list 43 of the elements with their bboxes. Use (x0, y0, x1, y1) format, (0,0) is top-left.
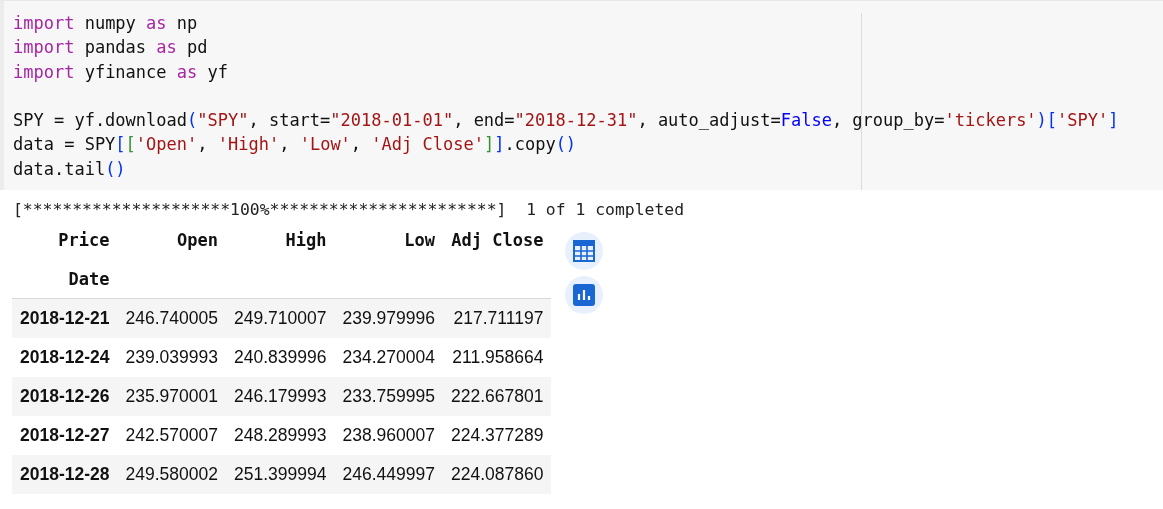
table-cell: 239.039993 (117, 338, 226, 377)
table-cell: 238.960007 (334, 416, 443, 455)
row-header: 2018-12-28 (12, 455, 118, 494)
row-header: 2018-12-24 (12, 338, 118, 377)
column-header: Adj Close (450, 228, 545, 252)
table-icon (573, 240, 596, 262)
table-cell: 224.087860 (442, 455, 552, 494)
index-header: Date (12, 259, 118, 299)
table-cell: 233.759995 (334, 377, 443, 416)
table-cell: 249.710007 (226, 298, 335, 338)
bar-chart-icon (573, 284, 596, 306)
table-cell: 217.711197 (442, 298, 552, 338)
table-cell: 246.449997 (334, 455, 443, 494)
chart-button[interactable] (565, 276, 604, 314)
table-cell: 242.570007 (117, 416, 226, 455)
table-cell: 246.740005 (117, 298, 226, 338)
column-header: Low (403, 228, 436, 252)
code-line: data = SPY[['Open', 'High', 'Low', 'Adj Close']].copy() (13, 133, 578, 157)
table-cell: 251.399994 (226, 455, 335, 494)
table-cell: 222.667801 (442, 377, 552, 416)
row-header: 2018-12-26 (12, 377, 118, 416)
table-cell: 249.580002 (117, 455, 226, 494)
code-cell[interactable] (0, 0, 1163, 190)
column-header: Price (57, 228, 111, 252)
table-cell: 248.289993 (226, 416, 335, 455)
column-header: High (284, 228, 328, 252)
table-cell: 235.970001 (117, 377, 226, 416)
code-line: import numpy as np (13, 12, 199, 35)
table-cell: 240.839996 (226, 338, 335, 377)
progress-text: [*********************100%***********************] 1 of 1 completed (13, 200, 686, 220)
table-cell: 211.958664 (442, 338, 552, 377)
code-line: SPY = yf.download("SPY", start="2018-01-01", end="2018-12-31", auto_adjust=False, group_by='tickers')['SPY'] (13, 109, 1120, 133)
table-view-button[interactable] (565, 232, 604, 270)
code-line: import yfinance as yf (13, 60, 229, 84)
table-cell: 224.377289 (442, 416, 552, 455)
code-line: data.tail() (13, 157, 127, 181)
table-cell: 234.270004 (334, 338, 443, 377)
row-header: 2018-12-21 (12, 298, 118, 338)
column-header: Open (176, 228, 219, 252)
row-header: 2018-12-27 (12, 416, 118, 455)
code-line: import pandas as pd (13, 36, 209, 60)
table-cell: 246.179993 (226, 377, 335, 416)
table-cell: 239.979996 (334, 298, 443, 338)
